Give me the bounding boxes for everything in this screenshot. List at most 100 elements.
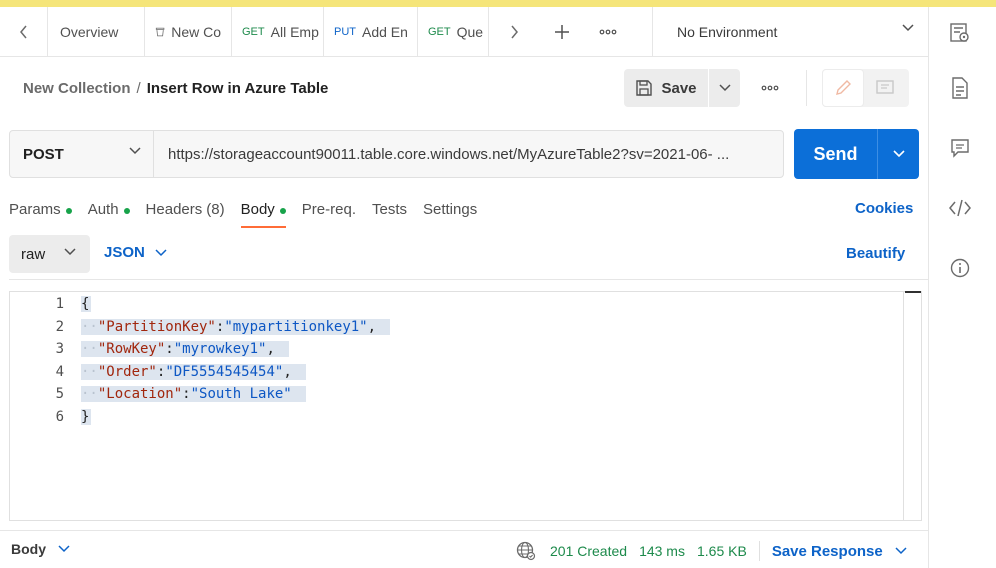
tab-label: Settings [423,201,478,218]
tab-label: New Co [171,23,221,40]
url-input[interactable]: https://storageaccount90011.table.core.w… [154,131,783,177]
more-horizontal-icon [761,85,779,91]
info-icon [950,258,970,278]
code-snippet-button[interactable] [949,197,971,219]
environment-label: No Environment [677,24,778,40]
tab-headers[interactable]: Headers (8) [146,196,225,230]
save-response-button[interactable]: Save Response [772,543,907,560]
new-tab-button[interactable] [539,7,585,57]
status-badge[interactable]: 201 Created [550,543,627,559]
tab-settings[interactable]: Settings [423,196,477,230]
documentation-button[interactable] [949,77,971,99]
json-value: "mypartitionkey1" [224,318,368,335]
response-size[interactable]: 1.65 KB [697,543,747,559]
tab-scroll-left-button[interactable] [0,6,48,57]
collection-icon [155,27,165,36]
line-number: 3 [55,341,64,358]
send-options-button[interactable] [878,129,919,179]
chevron-down-icon [58,545,70,553]
floppy-disk-icon [636,80,653,96]
plus-icon [555,24,569,39]
json-value: "South Lake" [190,386,292,403]
body-editor[interactable]: 1 2 3 4 5 6 { ··"PartitionKey":"mypartit… [9,291,922,521]
editor-scrollbar[interactable] [903,291,922,521]
status-dot [123,208,130,214]
environment-eye-icon [950,23,969,42]
tab-pre-request[interactable]: Pre-req. [302,196,356,230]
view-toggle [822,69,909,107]
chevron-down-icon [155,248,167,256]
code-line: ··"RowKey":"myrowkey1", [81,338,390,361]
response-time[interactable]: 143 ms [639,543,685,559]
method-value: POST [23,145,64,163]
chevron-down-icon [892,150,905,158]
breadcrumb: New Collection / Insert Row in Azure Table [23,80,328,97]
line-number: 6 [55,408,64,425]
response-body-tab[interactable]: Body [11,541,70,557]
json-comma: , [266,341,275,358]
tab-label: Body [240,201,275,218]
tab-label: Params [9,201,61,218]
request-more-button[interactable] [752,76,788,100]
status-dot [279,208,286,214]
chevron-down-icon [718,84,731,92]
request-info-button[interactable] [949,257,971,279]
tab-scroll-right-button[interactable] [489,7,539,57]
save-group: Save [624,69,740,107]
comment-mode-button[interactable] [864,69,906,107]
json-brace-close: } [81,408,92,425]
document-icon [952,77,968,99]
tab-method: GET [428,25,451,38]
tab-label: Que [456,23,484,40]
save-options-button[interactable] [709,69,740,107]
body-mode-value: raw [21,245,46,263]
body-format-select[interactable]: JSON [104,244,167,261]
environment-selector[interactable]: No Environment [652,7,928,57]
tab-params[interactable]: Params [9,196,72,230]
chevron-right-icon [511,25,518,38]
tab-new-collection[interactable]: New Co [145,6,232,57]
tab-method: PUT [334,25,356,38]
code-line: { [81,293,390,316]
body-mode-select[interactable]: raw [9,235,90,273]
json-value: "DF5554545454" [165,363,284,380]
beautify-button[interactable]: Beautify [846,245,905,262]
chevron-down-icon [64,248,76,256]
tab-get-all-employees[interactable]: GET All Emp [232,6,324,57]
network-globe-icon[interactable] [516,541,536,561]
json-value: "myrowkey1" [173,341,267,358]
breadcrumb-current[interactable]: Insert Row in Azure Table [147,80,329,97]
line-number: 4 [55,363,64,380]
environment-quick-look-button[interactable] [949,22,971,44]
status-dot [65,208,72,214]
tab-tests[interactable]: Tests [372,196,407,230]
send-group: Send [794,129,919,179]
chevron-left-icon [19,25,27,38]
json-key: "PartitionKey" [97,318,216,335]
tab-body[interactable]: Body [240,196,287,230]
chevron-down-icon [902,24,914,32]
tab-overview[interactable]: Overview [48,6,145,57]
breadcrumb-parent[interactable]: New Collection [23,80,131,97]
code-line: ··"PartitionKey":"mypartitionkey1", [81,316,391,339]
method-select[interactable]: POST [10,131,154,177]
pencil-icon [836,80,851,95]
comments-button[interactable] [949,137,971,159]
tab-put-add-employee[interactable]: PUT Add En [324,6,418,57]
chevron-down-icon [895,547,907,555]
breadcrumb-separator: / [136,80,141,97]
more-horizontal-icon [599,29,617,34]
save-button[interactable]: Save [624,69,708,107]
cookies-link[interactable]: Cookies [855,200,913,217]
scrollbar-thumb[interactable] [905,291,921,293]
edit-mode-button[interactable] [822,69,864,107]
tab-label: Overview [60,23,119,40]
send-button[interactable]: Send [794,129,878,179]
tab-get-query[interactable]: GET Que [418,6,489,57]
code-content: { ··"PartitionKey":"mypartitionkey1", ··… [81,293,391,429]
tab-options-button[interactable] [585,7,631,57]
right-sidebar [928,7,996,568]
tab-auth[interactable]: Auth [88,196,130,230]
tab-label: Add En [362,23,408,40]
save-response-label: Save Response [771,542,883,560]
